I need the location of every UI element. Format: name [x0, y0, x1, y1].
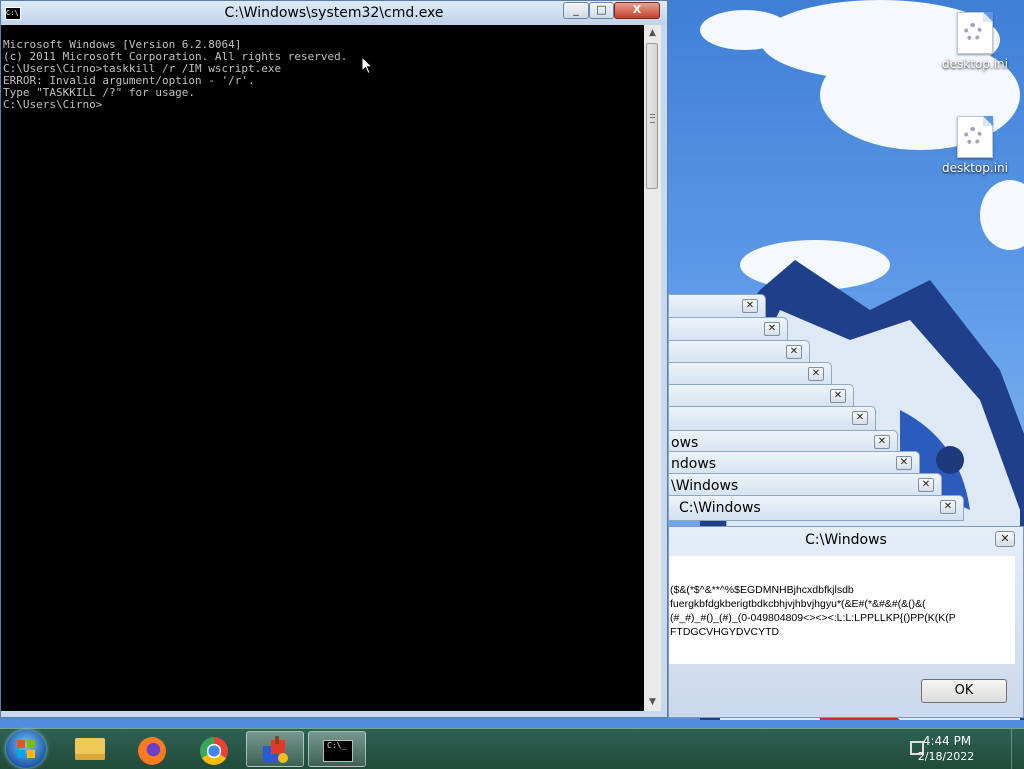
- close-icon[interactable]: ✕: [764, 322, 780, 336]
- close-icon[interactable]: ✕: [808, 367, 824, 381]
- cmd-window: C:\ C:\Windows\system32\cmd.exe _ □ X Mi…: [0, 0, 668, 718]
- taskbar-chrome[interactable]: [184, 731, 242, 767]
- maximize-button[interactable]: □: [589, 2, 614, 19]
- stacked-dialog-title: \Windows: [671, 478, 739, 494]
- desktop-icon-desktop-ini-1[interactable]: desktop.ini: [940, 12, 1010, 71]
- stacked-dialog[interactable]: C:\Windows ✕: [668, 495, 964, 521]
- dialog-close-button[interactable]: ✕: [995, 531, 1015, 547]
- system-tray: 4:44 PM 2/18/2022: [904, 729, 1024, 769]
- ok-button[interactable]: OK: [921, 679, 1007, 703]
- dialog-title: C:\Windows: [805, 532, 887, 548]
- clock-date[interactable]: 2/18/2022: [916, 750, 976, 763]
- close-icon[interactable]: ✕: [852, 411, 868, 425]
- cmd-icon: C:\_: [323, 740, 353, 762]
- paint-app-icon: [263, 736, 288, 763]
- close-icon[interactable]: ✕: [830, 389, 846, 403]
- windows-logo-icon: [17, 740, 35, 758]
- scroll-thumb[interactable]: [646, 43, 658, 189]
- taskbar-firefox[interactable]: [122, 731, 180, 767]
- taskbar-paint-app[interactable]: [246, 731, 304, 767]
- file-icon: [957, 12, 993, 54]
- close-button[interactable]: X: [614, 2, 660, 19]
- stacked-dialog-title: C:\Windows: [679, 500, 761, 516]
- scroll-down-icon[interactable]: ▼: [644, 694, 661, 711]
- close-icon[interactable]: ✕: [786, 345, 802, 359]
- taskbar: C:\_ 4:44 PM 2/18/2022: [0, 728, 1024, 769]
- stacked-dialog-title: ndows: [671, 456, 717, 472]
- wallpaper-cloud: [700, 10, 790, 50]
- desktop-icon-desktop-ini-2[interactable]: desktop.ini: [940, 116, 1010, 175]
- dialog-message: ($&(*$^&**^%$EGDMNHBjhcxdbfkjlsdb fuergk…: [670, 584, 956, 638]
- minimize-button[interactable]: _: [563, 2, 589, 19]
- message-dialog: C:\Windows ✕ ($&(*$^&**^%$EGDMNHBjhcxdbf…: [668, 526, 1024, 718]
- vertical-scrollbar[interactable]: ▲ ▼: [644, 25, 661, 711]
- stacked-dialog-title: ows: [671, 435, 699, 451]
- close-icon[interactable]: ✕: [940, 500, 956, 514]
- scroll-up-icon[interactable]: ▲: [644, 25, 661, 42]
- console-output[interactable]: Microsoft Windows [Version 6.2.8064] (c) …: [1, 25, 644, 711]
- desktop-icon-label: desktop.ini: [942, 57, 1008, 71]
- chrome-icon: [200, 737, 228, 765]
- cmd-titlebar[interactable]: C:\ C:\Windows\system32\cmd.exe _ □ X: [1, 1, 667, 25]
- stacked-dialog[interactable]: ✕: [668, 406, 876, 432]
- taskbar-cmd[interactable]: C:\_: [308, 731, 366, 767]
- dialog-message-area: ($&(*$^&**^%$EGDMNHBjhcxdbfkjlsdb fuergk…: [669, 556, 1015, 664]
- mouse-pointer-icon: [361, 56, 373, 75]
- firefox-icon: [138, 737, 166, 765]
- wallpaper-cloud: [980, 180, 1024, 250]
- folder-icon: [75, 738, 105, 760]
- close-icon[interactable]: ✕: [918, 478, 934, 492]
- close-icon[interactable]: ✕: [874, 435, 890, 449]
- close-icon[interactable]: ✕: [742, 299, 758, 313]
- show-desktop-button[interactable]: [1011, 729, 1024, 769]
- desktop-icon-label: desktop.ini: [942, 161, 1008, 175]
- close-icon[interactable]: ✕: [896, 456, 912, 470]
- console-prompt: C:\Users\Cirno>: [3, 98, 103, 111]
- file-icon: [957, 116, 993, 158]
- clock-time[interactable]: 4:44 PM: [922, 734, 972, 748]
- start-button[interactable]: [6, 730, 46, 768]
- taskbar-explorer[interactable]: [60, 731, 118, 767]
